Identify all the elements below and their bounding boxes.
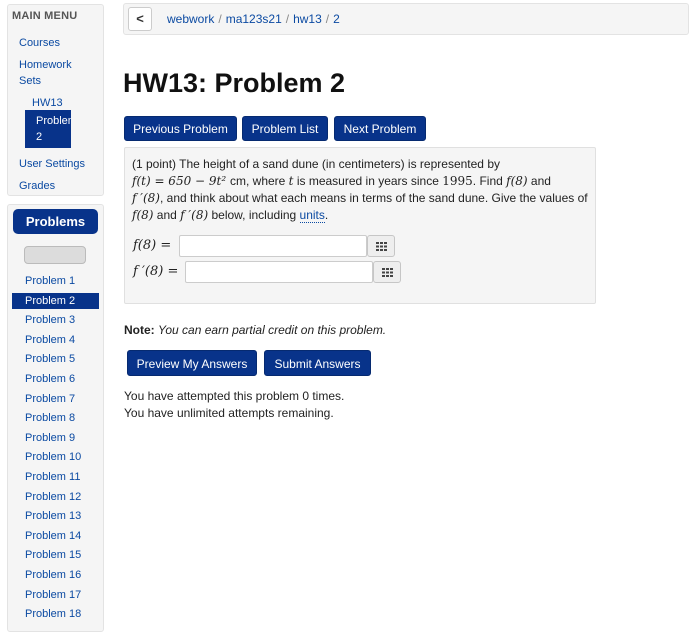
problem-text-measured: is measured in years since	[293, 174, 443, 188]
problem-list-item[interactable]: Problem 10	[12, 448, 99, 468]
problem-text-think: , and think about what each means in ter…	[159, 191, 588, 205]
problem-text-find: . Find	[472, 174, 507, 188]
sidebar-item-courses[interactable]: Courses	[19, 35, 60, 51]
problem-text-line4: f(8) and f ′(8) below, including units.	[132, 208, 329, 223]
breadcrumb-links: webwork / ma123s21/hw13/2	[167, 12, 340, 26]
problem-list-item[interactable]: Problem 13	[12, 507, 99, 527]
problems-header-button[interactable]: Problems	[13, 209, 98, 234]
problem-text-cm: cm, where	[229, 174, 289, 188]
sidebar-item-grades[interactable]: Grades	[19, 178, 55, 194]
problem-text-line2: f(t) = 650 − 9t² cm, where t is measured…	[132, 174, 551, 188]
answer2-label: f ′(8) =	[133, 264, 179, 279]
problem-list-item[interactable]: Problem 6	[12, 370, 99, 390]
homework-sets-label-line1: Homework	[19, 59, 72, 71]
problem-list-item[interactable]: Problem 16	[12, 566, 99, 586]
grid-icon	[382, 268, 393, 277]
problem-list-item[interactable]: Problem 1	[12, 272, 99, 292]
problem-list: Problem 1 Problem 2 Problem 3 Problem 4 Prob…	[12, 272, 99, 625]
problem-list-item[interactable]: Problem 4	[12, 331, 99, 351]
answer2-equation-editor-button[interactable]	[373, 261, 401, 283]
units-link[interactable]: units	[299, 208, 325, 223]
year-value: 1995	[442, 174, 473, 188]
problem-text-and: and	[527, 174, 551, 188]
previous-problem-button[interactable]: Previous Problem	[124, 116, 237, 141]
sidebar-item-hw13[interactable]: HW13	[32, 95, 63, 111]
problem-list-item[interactable]: Problem 15	[12, 546, 99, 566]
problem-text-below: below, including	[208, 208, 300, 222]
problem-list-item[interactable]: Problem 7	[12, 390, 99, 410]
breadcrumb-separator: /	[285, 12, 290, 26]
answer1-equation-editor-button[interactable]	[367, 235, 395, 257]
breadcrumb-separator: /	[325, 12, 330, 26]
answer2-input[interactable]	[185, 261, 373, 283]
submit-answers-button[interactable]: Submit Answers	[264, 350, 371, 376]
preview-answers-button[interactable]: Preview My Answers	[127, 350, 257, 376]
problem-list-item[interactable]: Problem 5	[12, 350, 99, 370]
attempts-count-text: You have attempted this problem 0 times.	[124, 389, 345, 403]
sidebar-item-homework-sets[interactable]: Homework Sets	[19, 57, 72, 89]
problem-text-period: .	[324, 208, 329, 222]
problem-list-item[interactable]: Problem 17	[12, 586, 99, 606]
note-label: Note:	[124, 323, 155, 337]
problem-text-line1: (1 point) The height of a sand dune (in …	[132, 157, 500, 171]
breadcrumb-link[interactable]: hw13	[293, 12, 322, 26]
note-text: You can earn partial credit on this prob…	[158, 323, 387, 337]
page-title: HW13: Problem 2	[123, 68, 346, 98]
next-problem-button[interactable]: Next Problem	[334, 116, 426, 141]
problem-text-and-2: and	[153, 208, 181, 222]
answer1-label: f(8) =	[133, 238, 172, 253]
f8-expression-2: f(8)	[132, 208, 154, 222]
problem-list-button[interactable]: Problem List	[242, 116, 328, 141]
problem-list-item[interactable]: Problem 2	[12, 293, 99, 310]
breadcrumb-link[interactable]: ma123s21	[226, 12, 282, 26]
active-problem-label-line2: 2	[36, 131, 43, 143]
homework-sets-label-line2: Sets	[19, 75, 42, 87]
active-problem-label-line1: Problem	[36, 115, 71, 127]
problem-list-item[interactable]: Problem 9	[12, 429, 99, 449]
problem-list-item[interactable]: Problem 3	[12, 311, 99, 331]
sidebar-item-active-problem[interactable]: Problem 2	[25, 110, 71, 148]
main-menu-title: MAIN MENU	[12, 10, 78, 22]
answer1-input[interactable]	[179, 235, 367, 257]
problem-text-line3: f ′(8), and think about what each means …	[132, 191, 588, 205]
problem-list-item[interactable]: Problem 8	[12, 409, 99, 429]
problems-filter-button[interactable]	[24, 246, 86, 264]
partial-credit-note: Note: You can earn partial credit on thi…	[124, 323, 386, 337]
breadcrumb-link[interactable]: webwork	[167, 12, 214, 26]
problem-list-item[interactable]: Problem 14	[12, 527, 99, 547]
sidebar-item-user-settings[interactable]: User Settings	[19, 156, 85, 172]
attempts-remaining-text: You have unlimited attempts remaining.	[124, 406, 334, 420]
breadcrumb-separator: /	[218, 12, 222, 26]
chevron-left-icon: <	[136, 11, 144, 26]
problem-list-item[interactable]: Problem 11	[12, 468, 99, 488]
f8-expression: f(8)	[506, 174, 528, 188]
grid-icon	[376, 242, 387, 251]
problem-list-item[interactable]: Problem 18	[12, 605, 99, 625]
fprime8-expression-2: f ′(8)	[180, 208, 209, 222]
problem-list-item[interactable]: Problem 12	[12, 488, 99, 508]
breadcrumb-link[interactable]: 2	[333, 12, 340, 26]
fprime8-expression: f ′(8)	[132, 191, 160, 205]
function-formula: f(t) = 650 − 9t²	[132, 174, 230, 188]
back-button[interactable]: <	[128, 7, 152, 31]
